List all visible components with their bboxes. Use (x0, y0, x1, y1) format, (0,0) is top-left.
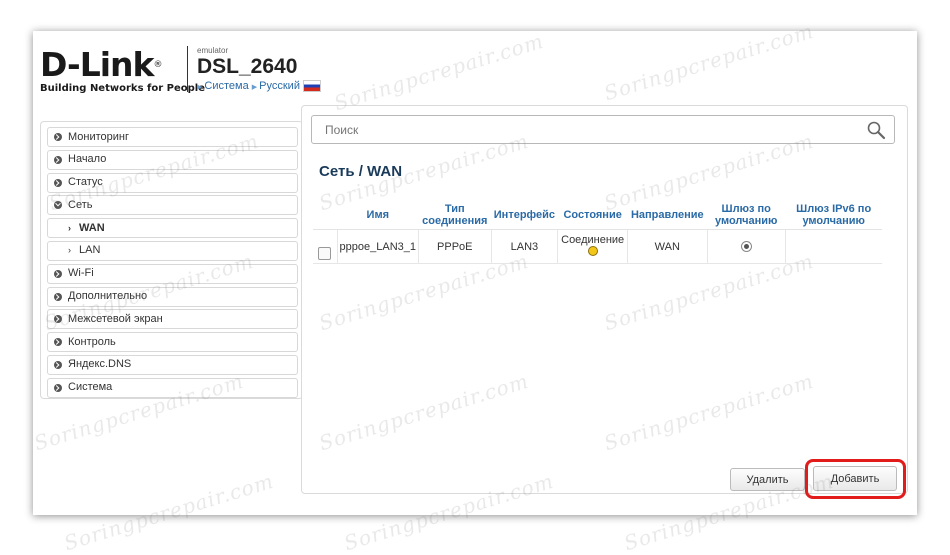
default-gateway-ipv6-cell (785, 229, 882, 264)
type-column-header[interactable]: Тип соединения (418, 201, 492, 230)
connection-state: Соединение (561, 233, 625, 246)
expand-icon (54, 133, 62, 141)
add-button-highlight (805, 459, 906, 499)
chevron-right-icon: › (68, 245, 71, 256)
connection-state-cell: Соединение (557, 229, 629, 264)
sidebar-item-network[interactable]: Сеть (47, 195, 298, 216)
sidebar-item-label: Яндекс.DNS (68, 358, 132, 371)
sidebar-subitem-wan[interactable]: › WAN (47, 218, 298, 239)
device-info: emulator DSL_2640 ▶ Система ▶ Русский (197, 46, 321, 93)
sidebar-menu: Мониторинг Начало Статус Сеть › WAN › LAN … (47, 127, 298, 401)
expand-icon (54, 338, 62, 347)
connection-type: PPPoE (418, 229, 492, 264)
breadcrumb: ▶ Система ▶ Русский (197, 80, 321, 93)
sidebar-subitem-lan[interactable]: › LAN (47, 240, 298, 261)
sidebar-item-label: Мониторинг (68, 130, 130, 143)
emulator-label: emulator (197, 46, 229, 55)
sidebar-item-system[interactable]: Система (47, 377, 298, 398)
sidebar-item-label: LAN (79, 244, 101, 257)
expand-icon (54, 292, 62, 301)
direction-column-header[interactable]: Направление (627, 201, 708, 230)
expand-icon (54, 360, 62, 369)
search-input[interactable] (311, 115, 895, 144)
header-divider (187, 46, 188, 92)
expand-icon (54, 178, 62, 187)
expand-icon (54, 269, 62, 278)
crumb-system-link[interactable]: Система (204, 80, 248, 92)
expand-icon (54, 383, 62, 392)
name-column-header[interactable]: Имя (337, 201, 419, 230)
registered-mark: ® (153, 60, 162, 70)
default-gateway-cell (707, 229, 786, 264)
select-column-header (313, 201, 338, 230)
connection-name[interactable]: pppoe_LAN3_1 (337, 229, 420, 264)
delete-button[interactable]: Удалить (730, 468, 805, 491)
table-row[interactable]: pppoe_LAN3_1 PPPoE LAN3 Соединение WAN (313, 229, 882, 264)
expand-icon (54, 155, 62, 164)
search-icon[interactable] (866, 120, 886, 140)
sidebar-item-firewall[interactable]: Межсетевой экран (47, 309, 298, 330)
expand-icon (54, 315, 62, 324)
sidebar-item-status[interactable]: Статус (47, 172, 298, 193)
sidebar-item-label: Статус (68, 176, 103, 189)
sidebar-item-advanced[interactable]: Дополнительно (47, 286, 298, 307)
dlink-logo: D-Link® Building Networks for People (40, 45, 205, 95)
status-indicator-icon (587, 245, 598, 256)
sidebar-item-label: Начало (68, 153, 107, 166)
gateway-column-header[interactable]: Шлюз по умолчанию (707, 201, 786, 230)
connection-interface: LAN3 (491, 229, 559, 264)
table-header-row: Имя Тип соединения Интерфейс Состояние Н… (313, 201, 882, 230)
logo-tagline: Building Networks for People (40, 83, 205, 94)
sidebar-item-label: Дополнительно (68, 290, 148, 303)
sidebar-item-label: Межсетевой экран (68, 312, 163, 325)
sidebar-item-label: Wi-Fi (68, 267, 94, 280)
sidebar-item-label: Контроль (68, 335, 116, 348)
sidebar-item-yandex-dns[interactable]: Яндекс.DNS (47, 354, 298, 375)
russian-flag-icon[interactable] (302, 80, 321, 93)
gateway-ipv6-column-header[interactable]: Шлюз IPv6 по умолчанию (785, 201, 882, 230)
state-column-header[interactable]: Состояние (557, 201, 628, 230)
wan-table: Имя Тип соединения Интерфейс Состояние Н… (313, 201, 882, 264)
sidebar-item-monitoring[interactable]: Мониторинг (47, 127, 298, 147)
row-select-cell[interactable] (313, 229, 338, 264)
sidebar-item-control[interactable]: Контроль (47, 332, 298, 353)
sidebar-item-label: Система (68, 381, 113, 394)
page-title: Сеть / WAN (319, 163, 403, 180)
sidebar-item-start[interactable]: Начало (47, 149, 298, 170)
device-model: DSL_2640 (197, 55, 298, 78)
sidebar-item-wifi[interactable]: Wi-Fi (47, 263, 298, 284)
row-checkbox[interactable] (318, 247, 332, 260)
language-link[interactable]: Русский (259, 80, 300, 92)
interface-column-header[interactable]: Интерфейс (491, 201, 558, 230)
sidebar-item-label: WAN (79, 221, 105, 234)
chevron-right-icon: › (68, 222, 71, 233)
collapse-icon (54, 201, 62, 210)
sidebar-item-label: Сеть (68, 198, 93, 211)
connection-direction: WAN (627, 229, 708, 264)
crumb-arrow-icon: ▶ (251, 84, 258, 91)
default-gateway-radio[interactable] (740, 241, 752, 253)
logo-text: D-Link (40, 45, 154, 84)
crumb-arrow-icon: ▶ (197, 84, 203, 91)
